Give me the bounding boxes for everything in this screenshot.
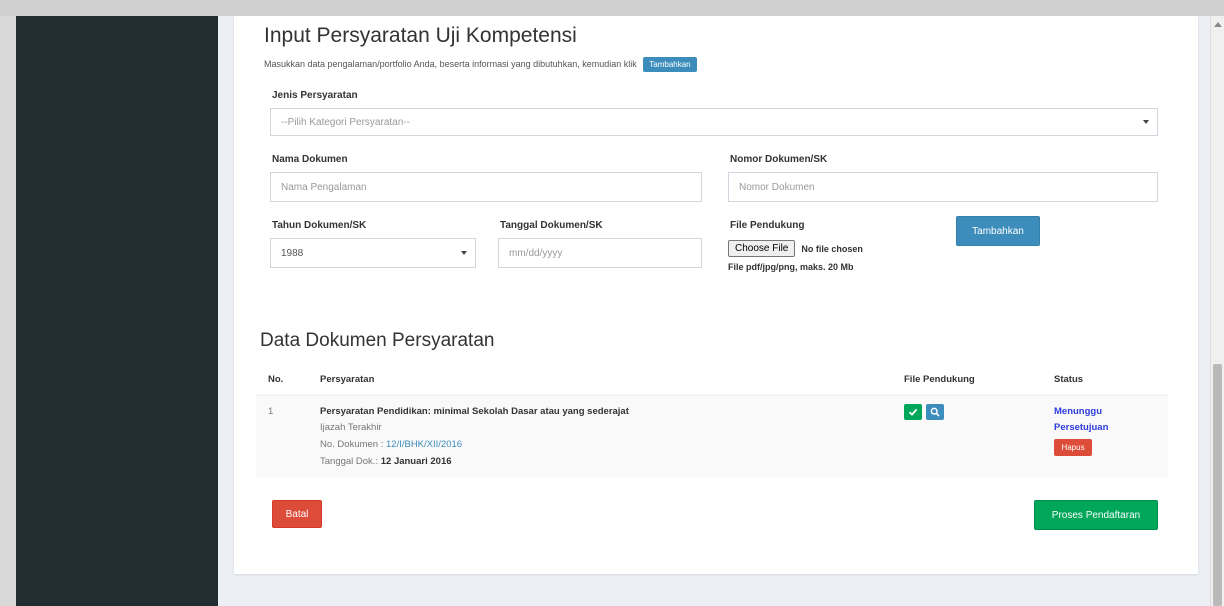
table-row: 1 Persyaratan Pendidikan: minimal Sekola… bbox=[256, 396, 1168, 478]
status-line2: Persetujuan bbox=[1054, 422, 1109, 433]
form-description: Masukkan data pengalaman/portfolio Anda,… bbox=[264, 57, 697, 72]
browser-frame: Input Persyaratan Uji Kompetensi Masukka… bbox=[0, 0, 1224, 606]
file-hint: File pdf/jpg/png, maks. 20 Mb bbox=[728, 262, 854, 272]
row-tanggal-label: Tanggal Dok.: bbox=[320, 456, 381, 467]
nama-label: Nama Dokumen bbox=[272, 154, 348, 165]
table-title: Data Dokumen Persyaratan bbox=[260, 330, 495, 351]
jenis-select-value: --Pilih Kategori Persyaratan-- bbox=[281, 116, 410, 128]
row-jenis: Ijazah Terakhir bbox=[320, 422, 382, 433]
header-no: No. bbox=[268, 374, 284, 385]
jenis-select[interactable]: --Pilih Kategori Persyaratan-- bbox=[270, 108, 1158, 136]
tahun-label: Tahun Dokumen/SK bbox=[272, 220, 367, 231]
chevron-down-icon bbox=[461, 251, 467, 255]
row-nomor-label: No. Dokumen : bbox=[320, 439, 386, 450]
choose-file-button[interactable]: Choose File bbox=[728, 240, 796, 257]
row-persyaratan: Persyaratan Pendidikan: minimal Sekolah … bbox=[320, 406, 629, 417]
form-card bbox=[234, 16, 1198, 574]
file-label: File Pendukung bbox=[730, 220, 805, 231]
cancel-button[interactable]: Batal bbox=[272, 500, 322, 528]
add-button[interactable]: Tambahkan bbox=[956, 216, 1040, 246]
scrollbar[interactable] bbox=[1210, 16, 1224, 606]
nomor-input[interactable]: Nomor Dokumen bbox=[728, 172, 1158, 202]
header-file: File Pendukung bbox=[904, 374, 975, 385]
tanggal-placeholder: mm/dd/yyyy bbox=[509, 247, 563, 259]
no-file-text: No file chosen bbox=[801, 243, 863, 254]
nomor-label: Nomor Dokumen/SK bbox=[730, 154, 828, 165]
table-header: No. Persyaratan File Pendukung Status bbox=[256, 366, 1168, 396]
tahun-select[interactable]: 1988 bbox=[270, 238, 476, 268]
nomor-placeholder: Nomor Dokumen bbox=[739, 181, 815, 193]
header-persyaratan: Persyaratan bbox=[320, 374, 375, 385]
search-icon[interactable] bbox=[926, 404, 944, 420]
jenis-label: Jenis Persyaratan bbox=[272, 90, 358, 101]
nama-placeholder: Nama Pengalaman bbox=[281, 181, 367, 193]
row-nomor-value[interactable]: 12/I/BHK/XII/2016 bbox=[386, 439, 462, 450]
scroll-thumb[interactable] bbox=[1213, 364, 1222, 606]
header-status: Status bbox=[1054, 374, 1084, 385]
submit-button[interactable]: Proses Pendaftaran bbox=[1034, 500, 1158, 530]
page-title: Input Persyaratan Uji Kompetensi bbox=[264, 24, 577, 47]
description-text: Masukkan data pengalaman/portfolio Anda,… bbox=[264, 58, 637, 69]
file-input[interactable]: Choose File No file chosen bbox=[728, 240, 863, 257]
status-line1: Menunggu bbox=[1054, 406, 1103, 417]
row-tanggal-value: 12 Januari 2016 bbox=[380, 456, 452, 467]
sidebar bbox=[16, 16, 218, 606]
nama-input[interactable]: Nama Pengalaman bbox=[270, 172, 702, 202]
tanggal-input[interactable]: mm/dd/yyyy bbox=[498, 238, 702, 268]
scroll-up-icon[interactable] bbox=[1214, 22, 1222, 27]
top-strip bbox=[0, 0, 1224, 16]
row-no: 1 bbox=[268, 406, 274, 417]
tanggal-label: Tanggal Dokumen/SK bbox=[500, 220, 603, 231]
delete-button[interactable]: Hapus bbox=[1054, 439, 1092, 456]
row-nomor: No. Dokumen : 12/I/BHK/XII/2016 bbox=[320, 439, 462, 450]
chevron-down-icon bbox=[1143, 120, 1149, 124]
check-icon[interactable] bbox=[904, 404, 922, 420]
row-tanggal: Tanggal Dok.: 12 Januari 2016 bbox=[320, 456, 452, 467]
description-add-button[interactable]: Tambahkan bbox=[643, 57, 697, 72]
tahun-select-value: 1988 bbox=[281, 247, 304, 259]
